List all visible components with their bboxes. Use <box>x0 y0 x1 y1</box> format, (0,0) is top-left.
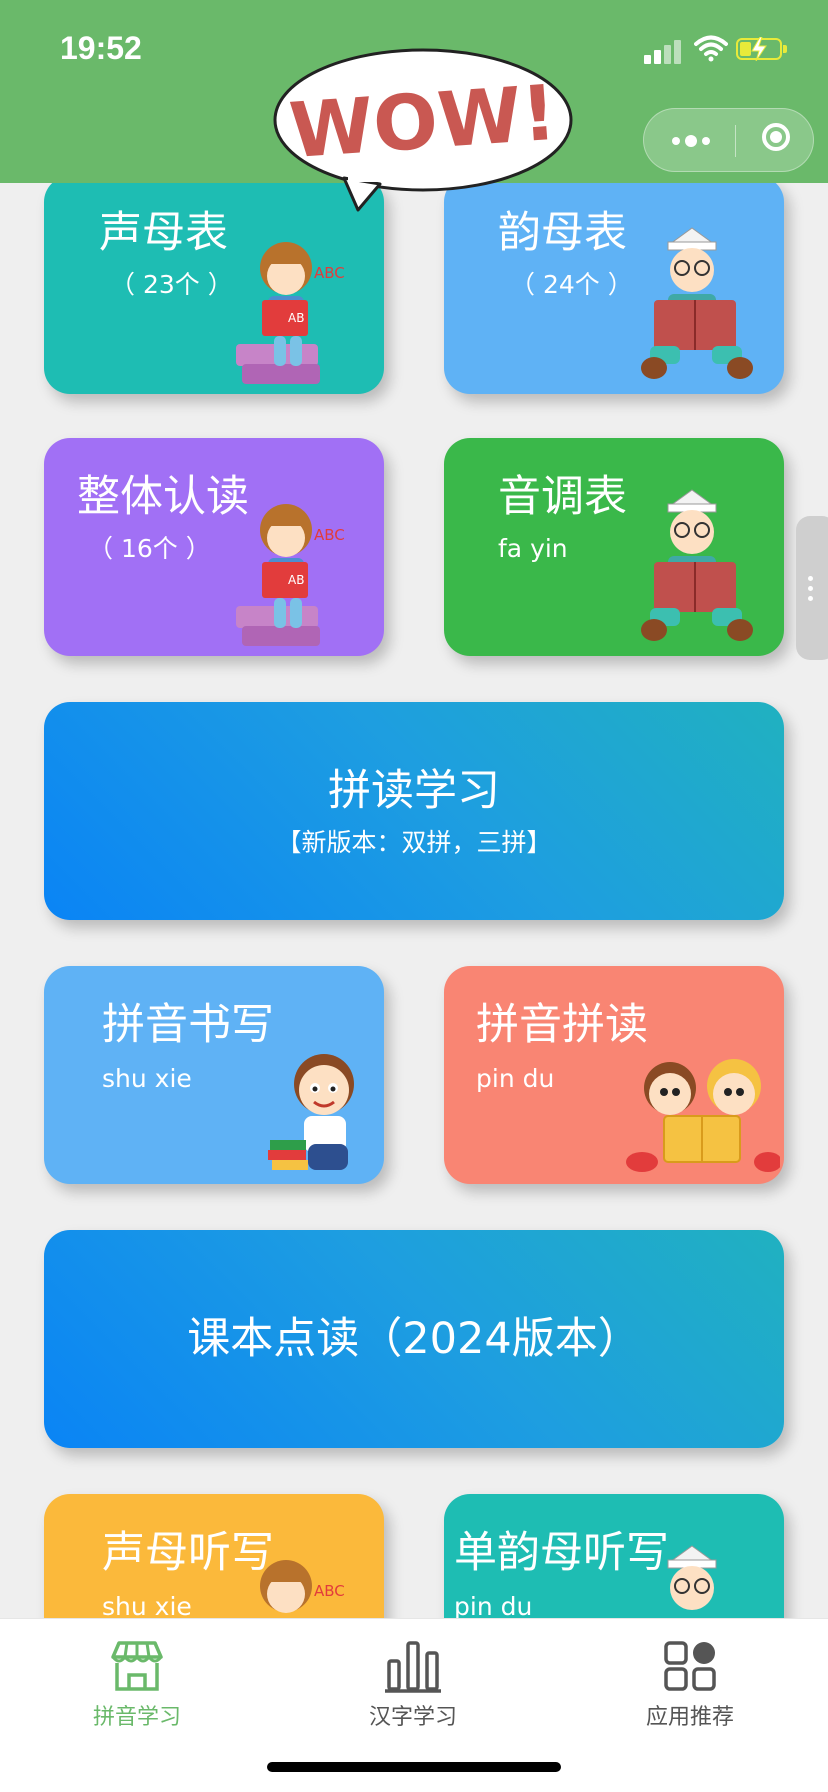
card-initials-dictation[interactable]: 声母听写 shu xie ABC <box>44 1494 384 1618</box>
home-indicator <box>267 1762 561 1772</box>
store-icon <box>111 1641 163 1691</box>
tab-hanzi-study[interactable]: 汉字学习 <box>313 1627 513 1737</box>
card-subtitle: （ 24个 ） <box>510 270 633 299</box>
card-title: 拼读学习 <box>328 766 500 816</box>
header-bar: 19:52 WOW! <box>0 0 828 212</box>
card-pinyin-writing[interactable]: 拼音书写 shu xie <box>44 966 384 1184</box>
tab-pinyin-study[interactable]: 拼音学习 <box>37 1627 237 1737</box>
card-title: 拼音书写 <box>102 1000 274 1050</box>
card-subtitle: （ 16个 ） <box>88 534 211 563</box>
tab-app-recommend[interactable]: 应用推荐 <box>590 1627 790 1737</box>
tab-label: 汉字学习 <box>368 1705 457 1730</box>
girl-reading-icon: AB ABC <box>236 242 345 384</box>
battery-icon <box>736 37 787 61</box>
card-subtitle: fa yin <box>498 534 568 563</box>
svg-text:WOW!: WOW! <box>287 68 559 175</box>
card-title: 单韵母听写 <box>454 1528 669 1578</box>
card-finals-dictation[interactable]: 单韵母听写 pin du <box>444 1494 784 1618</box>
svg-text:ABC: ABC <box>314 1582 345 1600</box>
status-time: 19:52 <box>60 30 142 66</box>
svg-text:AB: AB <box>288 573 304 587</box>
card-tones-table[interactable]: 音调表 fa yin <box>444 438 784 656</box>
card-subtitle: 【新版本：双拼，三拼】 <box>276 828 552 857</box>
card-title: 拼音拼读 <box>476 1000 648 1050</box>
card-title: 整体认读 <box>77 472 249 522</box>
mini-program-capsule <box>643 108 814 172</box>
capsule-divider <box>735 125 736 157</box>
card-title: 课本点读（2024版本） <box>187 1314 641 1364</box>
tab-label: 拼音学习 <box>92 1705 181 1730</box>
main-content[interactable]: 声母表 （ 23个 ） AB ABC 韵母表 （ 24个 ） 整体认读 （ 16… <box>0 0 828 1618</box>
kids-reading-icon <box>626 1059 780 1172</box>
girl-reading-icon: ABC <box>260 1560 345 1613</box>
boy-with-books-icon <box>268 1054 354 1170</box>
card-subtitle: pin du <box>454 1592 533 1618</box>
wifi-icon <box>694 35 728 62</box>
apps-grid-icon <box>664 1641 716 1691</box>
svg-text:AB: AB <box>288 311 304 325</box>
wow-logo: WOW! <box>273 48 573 212</box>
svg-text:ABC: ABC <box>314 264 345 282</box>
bar-chart-icon <box>385 1641 441 1693</box>
status-icons <box>644 34 794 64</box>
card-subtitle: pin du <box>476 1064 555 1093</box>
card-whole-syllables[interactable]: 整体认读 （ 16个 ） AB ABC <box>44 438 384 656</box>
boy-reading-icon <box>667 1545 717 1610</box>
card-title: 声母表 <box>99 208 228 258</box>
girl-reading-icon: AB ABC <box>236 504 345 646</box>
card-subtitle: shu xie <box>102 1592 192 1618</box>
card-textbook-reading[interactable]: 课本点读（2024版本） <box>44 1230 784 1448</box>
more-dots-icon[interactable] <box>664 109 726 171</box>
card-title: 韵母表 <box>498 208 627 258</box>
boy-reading-icon <box>641 227 753 379</box>
card-subtitle: shu xie <box>102 1064 192 1093</box>
svg-text:ABC: ABC <box>314 526 345 544</box>
card-subtitle: （ 23个 ） <box>110 270 233 299</box>
card-pinyin-reading[interactable]: 拼音拼读 pin du <box>444 966 784 1184</box>
boy-reading-icon <box>641 489 753 641</box>
close-target-icon[interactable] <box>744 109 814 171</box>
card-spelling-study[interactable]: 拼读学习 【新版本：双拼，三拼】 <box>44 702 784 920</box>
tab-label: 应用推荐 <box>645 1705 734 1730</box>
card-title: 音调表 <box>498 472 627 522</box>
side-drawer-handle[interactable] <box>796 516 828 660</box>
